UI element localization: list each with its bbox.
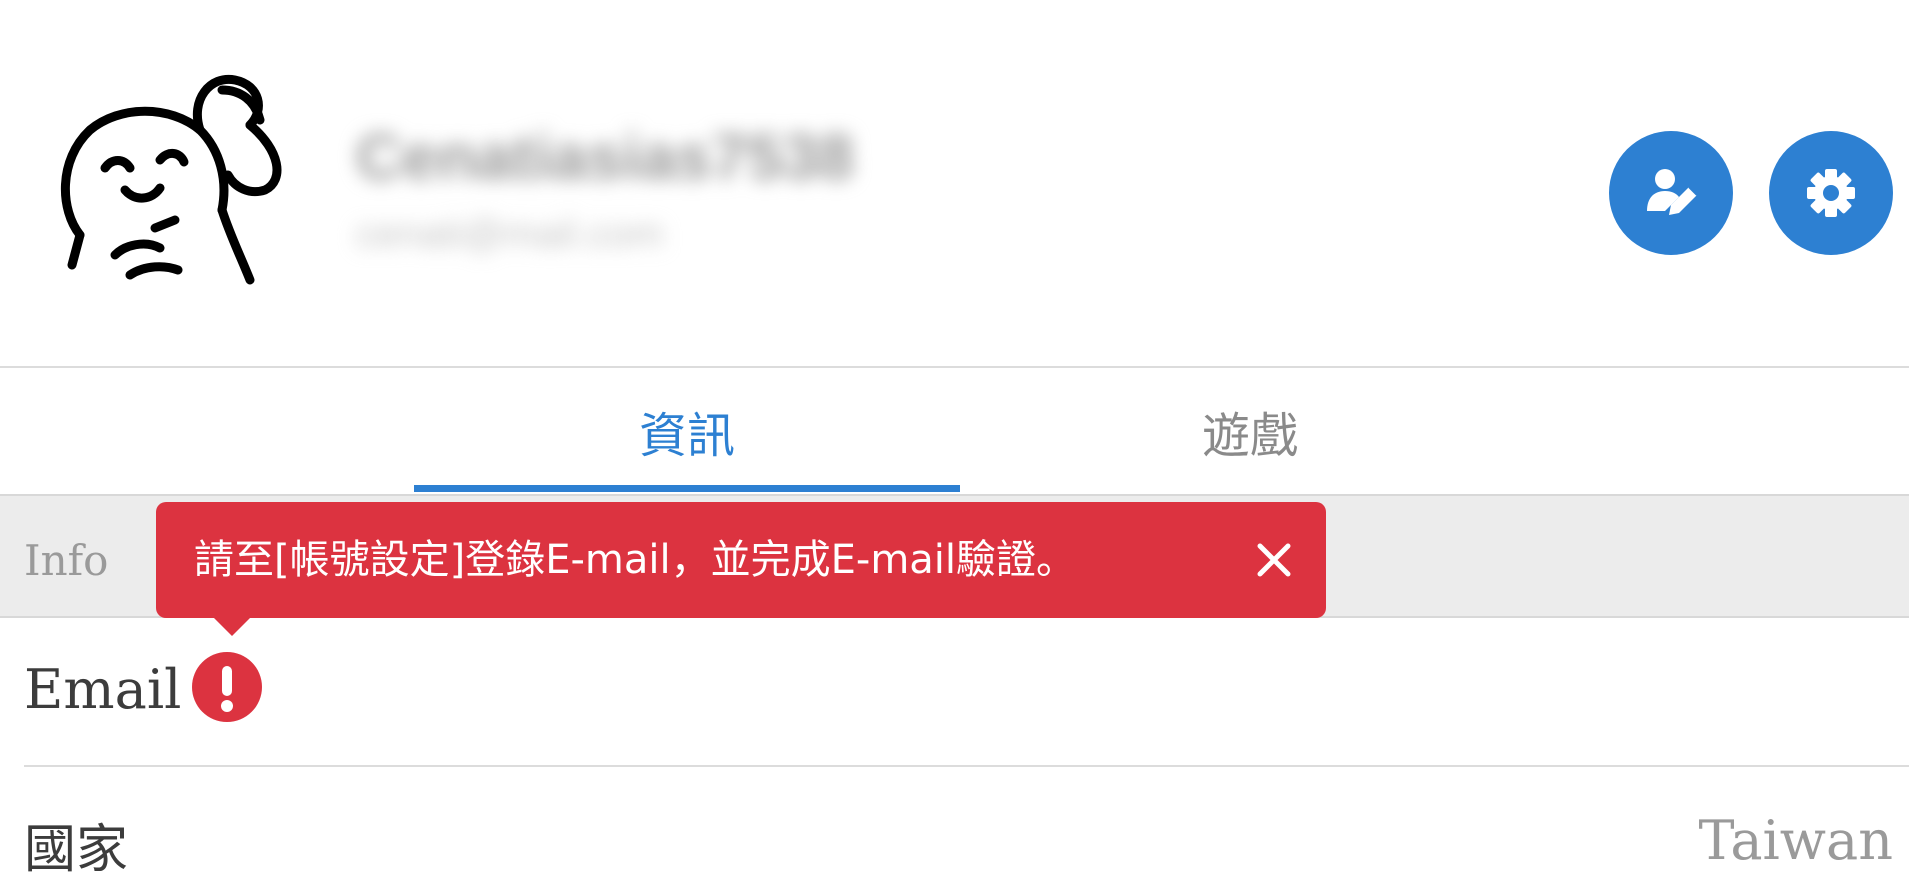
user-email: cenati@mail.com: [356, 212, 664, 256]
profile-header: Cenatiasias7538 cenati@mail.com: [0, 0, 1909, 368]
edit-profile-button[interactable]: [1609, 131, 1733, 255]
alert-icon[interactable]: [192, 652, 262, 722]
country-value: Taiwan: [1698, 809, 1893, 872]
gear-icon: [1807, 169, 1855, 217]
section-title: Info: [24, 536, 109, 585]
avatar[interactable]: [50, 60, 310, 300]
tab-bar: 資訊 遊戲: [0, 368, 1909, 494]
settings-button[interactable]: [1769, 131, 1893, 255]
country-row[interactable]: 國家 Taiwan: [0, 767, 1909, 872]
tooltip-message: 請至[帳號設定]登錄E-mail，並完成E-mail驗證。: [194, 537, 1077, 583]
user-name: Cenatiasias7538: [356, 121, 855, 193]
tab-info[interactable]: 資訊: [414, 368, 960, 494]
active-tab-indicator: [414, 485, 960, 492]
profile-page: Cenatiasias7538 cenati@mail.com 資訊 遊戲 In…: [0, 0, 1909, 872]
edit-profile-icon: [1647, 169, 1698, 215]
close-icon: [1257, 543, 1291, 577]
tooltip-arrow: [214, 618, 250, 636]
email-label: Email: [24, 658, 182, 721]
country-label: 國家: [24, 820, 129, 872]
tab-games[interactable]: 遊戲: [977, 368, 1523, 494]
tooltip-close-button[interactable]: [1246, 532, 1302, 588]
email-verification-tooltip: 請至[帳號設定]登錄E-mail，並完成E-mail驗證。: [156, 502, 1326, 636]
email-row[interactable]: Email: [0, 618, 1909, 766]
